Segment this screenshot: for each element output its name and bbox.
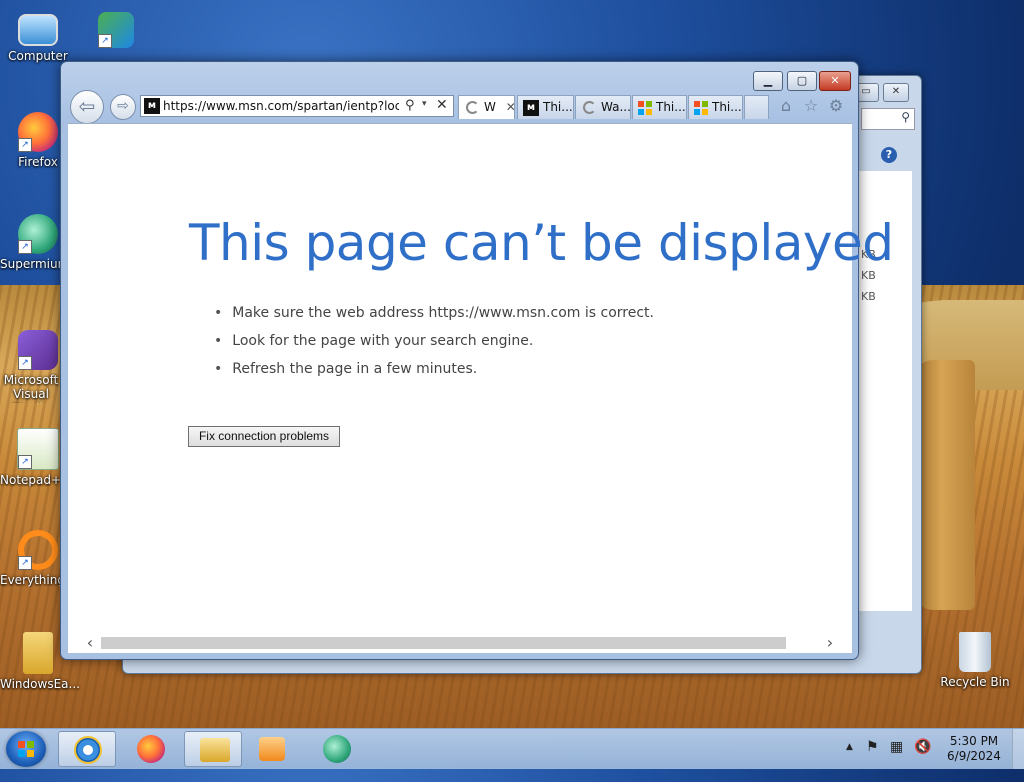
windows-logo-icon xyxy=(694,100,708,115)
taskbar-firefox[interactable] xyxy=(122,731,180,767)
notepadpp-icon: ↗ xyxy=(17,428,59,470)
tab-5[interactable]: Thi... xyxy=(688,95,743,119)
shortcut-arrow-icon: ↗ xyxy=(18,240,32,254)
show-desktop-button[interactable] xyxy=(1012,729,1024,769)
taskbar-file-explorer[interactable] xyxy=(184,731,242,767)
maximize-button[interactable]: ▢ xyxy=(787,71,817,91)
back-button[interactable]: ⇦ xyxy=(70,90,104,124)
volume-muted-icon[interactable]: 🔇 xyxy=(914,739,931,779)
wallpaper-hay-bale xyxy=(915,360,975,610)
desktop-icon-recycle-bin[interactable]: Recycle Bin xyxy=(937,632,1013,689)
desktop-icon-label: Everything xyxy=(0,573,62,587)
windows-logo-icon xyxy=(638,100,652,115)
desktop-icon-label: Firefox xyxy=(18,155,58,169)
shortcut-arrow-icon: ↗ xyxy=(18,455,32,469)
desktop-icon-label: Computer xyxy=(8,49,68,63)
windows-logo-icon xyxy=(18,741,34,757)
clock-time: 5:30 PM xyxy=(949,734,999,748)
clock-date: 6/9/2024 xyxy=(947,749,1001,763)
help-icon[interactable]: ? xyxy=(881,147,897,163)
tab-close-icon[interactable]: ✕ xyxy=(506,100,514,114)
bg-close-button[interactable]: ✕ xyxy=(883,83,909,102)
stop-icon[interactable]: ✕ xyxy=(436,97,448,113)
search-icon: ⚲ xyxy=(901,110,910,124)
firefox-icon: ↗ xyxy=(18,112,58,152)
loading-spinner-icon xyxy=(466,101,479,114)
tab-3[interactable]: Wa... xyxy=(575,95,631,119)
desktop-icon-computer[interactable]: Computer xyxy=(0,10,76,63)
back-arrow-icon: ⇦ xyxy=(78,94,96,118)
desktop-icon-label: WindowsEa... xyxy=(0,677,80,691)
desktop-icon-label: Notepad++ xyxy=(0,473,62,487)
shortcut-arrow-icon: ↗ xyxy=(18,556,32,570)
scrollbar-thumb[interactable] xyxy=(101,637,786,649)
desktop-icon-label: Microsoft Visual Studio xyxy=(3,373,59,403)
error-title: This page can’t be displayed xyxy=(189,214,894,272)
tab-label: Thi... xyxy=(543,100,573,114)
gear-icon[interactable]: ⚙ xyxy=(827,97,845,115)
internet-explorer-window[interactable]: ▁ ▢ ✕ ⇦ ⇨ ᴍ https://www.msn.com/spartan/… xyxy=(60,61,894,660)
new-tab-button[interactable] xyxy=(744,95,769,119)
scroll-right-icon[interactable]: › xyxy=(820,633,840,653)
desktop-icon-label: Supermium xyxy=(0,257,60,271)
everything-icon: ↗ xyxy=(18,530,58,570)
firefox-icon xyxy=(137,735,165,763)
folder-icon xyxy=(23,632,53,674)
favorites-star-icon[interactable]: ☆ xyxy=(802,97,820,115)
internet-explorer-icon xyxy=(74,736,102,764)
bg-search-box[interactable]: ⚲ xyxy=(861,108,915,130)
suggestion-item: Look for the page with your search engin… xyxy=(214,333,654,349)
suggestion-item: Make sure the web address https://www.ms… xyxy=(214,305,654,321)
tab-label: Thi... xyxy=(656,100,686,114)
supermium-icon xyxy=(323,735,351,763)
page-content: This page can’t be displayed Make sure t… xyxy=(68,123,894,634)
msn-icon: ᴍ xyxy=(523,99,539,116)
close-button[interactable]: ✕ xyxy=(819,71,851,91)
desktop-icon-label: Recycle Bin xyxy=(940,675,1010,689)
show-hidden-icons-icon[interactable]: ▲ xyxy=(846,742,853,782)
tab-label: Wa... xyxy=(601,100,631,114)
network-icon: ↗ xyxy=(98,12,134,48)
supermium-icon: ↗ xyxy=(18,214,58,254)
visual-studio-icon: ↗ xyxy=(18,330,58,370)
search-icon[interactable]: ⚲ xyxy=(405,98,415,113)
minimize-button[interactable]: ▁ xyxy=(753,71,783,91)
shortcut-arrow-icon: ↗ xyxy=(98,34,112,48)
tab-4[interactable]: Thi... xyxy=(632,95,687,119)
taskbar-supermium[interactable] xyxy=(308,731,366,767)
forward-arrow-icon: ⇨ xyxy=(117,98,129,114)
forward-button[interactable]: ⇨ xyxy=(110,94,136,120)
scroll-left-icon[interactable]: ‹ xyxy=(80,633,100,653)
clock[interactable]: 5:30 PM 6/9/2024 xyxy=(944,734,1004,764)
taskbar-media-player[interactable] xyxy=(244,731,302,767)
media-player-icon xyxy=(259,737,285,761)
action-center-flag-icon[interactable]: ⚑ xyxy=(866,739,879,779)
fix-connection-button[interactable]: Fix connection problems xyxy=(188,426,340,447)
loading-spinner-icon xyxy=(583,101,596,114)
tab-label: W xyxy=(484,100,496,114)
tab-1[interactable]: W ✕ xyxy=(458,95,515,119)
msn-icon: ᴍ xyxy=(144,98,160,114)
error-suggestions: Make sure the web address https://www.ms… xyxy=(214,305,654,389)
dropdown-arrow-icon[interactable]: ▾ xyxy=(422,99,427,109)
home-icon[interactable]: ⌂ xyxy=(777,97,795,115)
horizontal-scrollbar[interactable]: ‹ › xyxy=(68,633,852,653)
address-bar[interactable]: ᴍ https://www.msn.com/spartan/ientp?loca… xyxy=(140,95,454,117)
computer-icon xyxy=(18,14,58,46)
shortcut-arrow-icon: ↗ xyxy=(18,356,32,370)
recycle-bin-icon xyxy=(959,632,991,672)
address-url[interactable]: https://www.msn.com/spartan/ientp?locale… xyxy=(163,99,399,113)
tab-2[interactable]: ᴍ Thi... xyxy=(517,95,574,119)
file-explorer-icon xyxy=(200,738,230,762)
tab-label: Thi... xyxy=(712,100,742,114)
desktop-icon-network[interactable]: ↗ xyxy=(78,12,154,51)
taskbar: ▲ ⚑ ▦ 🔇 5:30 PM 6/9/2024 xyxy=(0,728,1024,769)
suggestion-item: Refresh the page in a few minutes. xyxy=(214,361,654,377)
shortcut-arrow-icon: ↗ xyxy=(18,138,32,152)
network-status-icon[interactable]: ▦ xyxy=(890,739,903,779)
file-size: KB xyxy=(861,290,876,303)
taskbar-ie[interactable] xyxy=(58,731,116,767)
start-button[interactable] xyxy=(6,731,46,767)
